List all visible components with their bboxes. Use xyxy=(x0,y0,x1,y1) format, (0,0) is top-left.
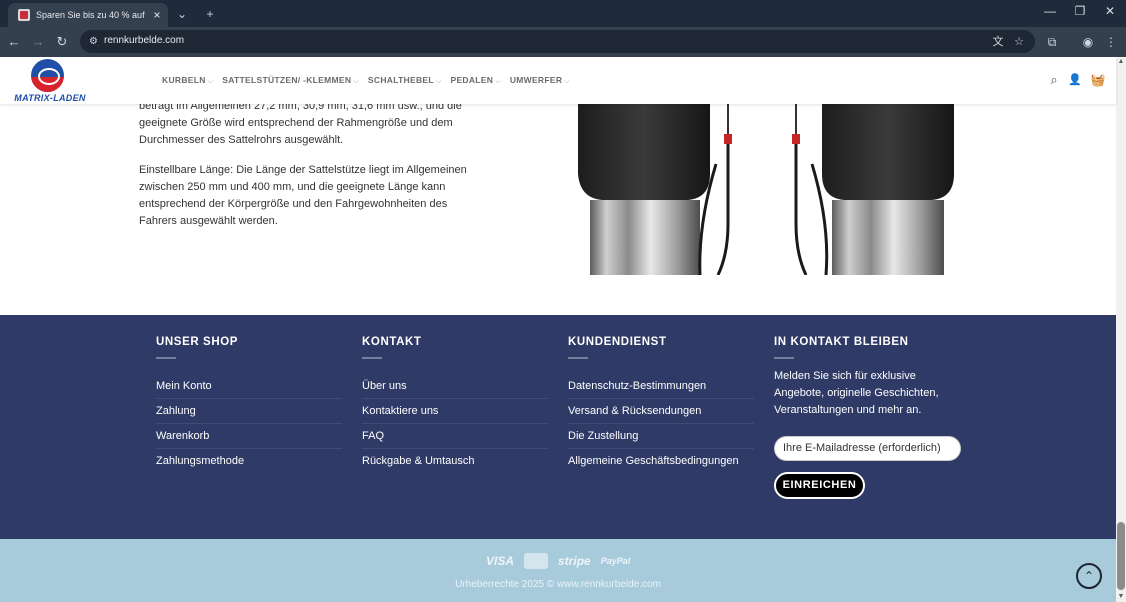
footer-heading: UNSER SHOP xyxy=(156,336,239,348)
nav-item-umwerfer[interactable]: UMWERFER ⌵ xyxy=(510,75,570,86)
footer-divider xyxy=(156,357,176,359)
scroll-up-arrow-icon[interactable]: ▲ xyxy=(1116,57,1126,67)
footer-link-faq[interactable]: FAQ xyxy=(362,424,548,449)
chevron-down-icon: ⌵ xyxy=(564,78,570,85)
url-text[interactable]: rennkurbelde.com xyxy=(104,35,184,46)
browser-tab-bar: Sparen Sie bis zu 40 % auf Onli × ⌄ + — … xyxy=(0,0,1126,27)
footer-divider xyxy=(362,357,382,359)
chevron-down-icon: ⌵ xyxy=(495,78,501,85)
mastercard-icon xyxy=(524,553,549,569)
nav-item-sattelstuetzen[interactable]: SATTELSTÜTZEN/ -KLEMMEN ⌵ xyxy=(222,75,359,86)
logo-cyclist-icon xyxy=(31,59,64,92)
newsletter-email-input[interactable]: Ihre E-Mailadresse (erforderlich) xyxy=(774,436,961,461)
footer-divider xyxy=(774,357,794,359)
reload-icon[interactable]: ↻ xyxy=(53,33,71,51)
forward-icon[interactable]: → xyxy=(29,33,47,51)
newsletter-text: Melden Sie sich für exklusive Angebote, … xyxy=(774,370,939,416)
minimize-icon[interactable]: — xyxy=(1040,4,1060,18)
nav-item-schalthebel[interactable]: SCHALTHEBEL ⌵ xyxy=(368,75,442,86)
browser-toolbar: ← → ↻ ⚙ rennkurbelde.com 文 ☆ ⧉ ◉ ⋮ xyxy=(0,27,1126,57)
footer-link-warenkorb[interactable]: Warenkorb xyxy=(156,424,342,449)
seatpost-photo xyxy=(578,104,954,275)
paypal-icon: PayPal xyxy=(600,556,631,566)
copyright-text: Urheberrechte 2025 © www.rennkurbelde.co… xyxy=(455,579,661,590)
footer-divider xyxy=(568,357,588,359)
visa-icon: VISA xyxy=(486,554,515,568)
description-paragraph: beträgt im Allgemeinen 27,2 mm, 30,9 mm,… xyxy=(139,100,462,146)
payment-icons: VISA stripe PayPal xyxy=(486,553,630,569)
page-scrollbar[interactable]: ▲ ▼ xyxy=(1116,57,1126,602)
product-description: beträgt im Allgemeinen 27,2 mm, 30,9 mm,… xyxy=(139,98,479,243)
address-bar[interactable]: ⚙ rennkurbelde.com 文 ☆ xyxy=(80,30,1035,53)
footer-link-versand[interactable]: Versand & Rücksendungen xyxy=(568,399,754,424)
tab-search-icon[interactable]: ⌄ xyxy=(173,5,191,23)
site-header: MATRIX-LADEN KURBELN ⌵ SATTELSTÜTZEN/ -KL… xyxy=(0,57,1116,104)
account-icon[interactable]: 👤 xyxy=(1067,72,1083,88)
footer-column-newsletter: IN KONTAKT BLEIBEN Melden Sie sich für e… xyxy=(774,336,961,499)
stripe-icon: stripe xyxy=(558,554,591,568)
footer-link-zahlung[interactable]: Zahlung xyxy=(156,399,342,424)
translate-icon[interactable]: 文 xyxy=(990,34,1006,50)
footer-link-kontaktiere-uns[interactable]: Kontaktiere uns xyxy=(362,399,548,424)
new-tab-icon[interactable]: + xyxy=(201,5,219,23)
profile-icon[interactable]: ◉ xyxy=(1079,33,1097,51)
chevron-down-icon: ⌵ xyxy=(207,78,214,85)
restore-icon[interactable]: ❐ xyxy=(1070,4,1090,18)
site-info-icon[interactable]: ⚙ xyxy=(86,34,101,49)
footer-column-contact: KONTAKT Über uns Kontaktiere uns FAQ Rüc… xyxy=(362,336,548,474)
footer-link-ueber-uns[interactable]: Über uns xyxy=(362,374,548,399)
bottom-bar: VISA stripe PayPal Urheberrechte 2025 © … xyxy=(0,539,1116,602)
window-close-icon[interactable]: ✕ xyxy=(1100,4,1120,18)
logo-text: MATRIX-LADEN xyxy=(14,93,86,103)
footer-link-zustellung[interactable]: Die Zustellung xyxy=(568,424,754,449)
footer-link-mein-konto[interactable]: Mein Konto xyxy=(156,374,342,399)
chevron-down-icon: ⌵ xyxy=(353,78,359,85)
back-icon[interactable]: ← xyxy=(5,33,23,51)
footer-column-service: KUNDENDIENST Datenschutz-Bestimmungen Ve… xyxy=(568,336,754,474)
footer-heading: KONTAKT xyxy=(362,336,422,348)
scrollbar-thumb[interactable] xyxy=(1117,522,1125,590)
footer-heading: KUNDENDIENST xyxy=(568,336,667,348)
nav-item-kurbeln[interactable]: KURBELN ⌵ xyxy=(162,75,213,86)
back-to-top-button[interactable]: ⌃ xyxy=(1076,563,1102,589)
footer-heading: IN KONTAKT BLEIBEN xyxy=(774,336,909,348)
search-icon[interactable]: ⌕ xyxy=(1046,72,1062,88)
description-paragraph: Einstellbare Länge: Die Länge der Sattel… xyxy=(139,164,467,227)
nav-item-pedalen[interactable]: PEDALEN ⌵ xyxy=(450,75,500,86)
cart-basket-icon[interactable]: 🧺 xyxy=(1090,72,1106,88)
footer-column-shop: UNSER SHOP Mein Konto Zahlung Warenkorb … xyxy=(156,336,342,474)
extensions-icon[interactable]: ⧉ xyxy=(1043,33,1061,51)
product-image xyxy=(568,104,976,275)
footer-link-datenschutz[interactable]: Datenschutz-Bestimmungen xyxy=(568,374,754,399)
main-navigation: KURBELN ⌵ SATTELSTÜTZEN/ -KLEMMEN ⌵ SCHALT… xyxy=(162,75,579,86)
tab-title: Sparen Sie bis zu 40 % auf Onli xyxy=(36,10,146,20)
tab-close-icon[interactable]: × xyxy=(150,8,164,22)
footer-link-agb[interactable]: Allgemeine Geschäftsbedingungen xyxy=(568,449,754,474)
site-footer: UNSER SHOP Mein Konto Zahlung Warenkorb … xyxy=(0,315,1116,539)
chevron-down-icon: ⌵ xyxy=(435,78,442,85)
site-logo[interactable]: MATRIX-LADEN xyxy=(10,59,90,103)
footer-link-zahlungsmethode[interactable]: Zahlungsmethode xyxy=(156,449,342,474)
scroll-down-arrow-icon[interactable]: ▼ xyxy=(1116,592,1126,602)
browser-menu-icon[interactable]: ⋮ xyxy=(1102,33,1120,51)
newsletter-submit-button[interactable]: EINREICHEN xyxy=(774,472,865,499)
footer-link-rueckgabe[interactable]: Rückgabe & Umtausch xyxy=(362,449,548,474)
site-favicon-icon xyxy=(18,9,30,21)
bookmark-star-icon[interactable]: ☆ xyxy=(1011,34,1027,50)
browser-tab[interactable]: Sparen Sie bis zu 40 % auf Onli × xyxy=(8,3,168,27)
